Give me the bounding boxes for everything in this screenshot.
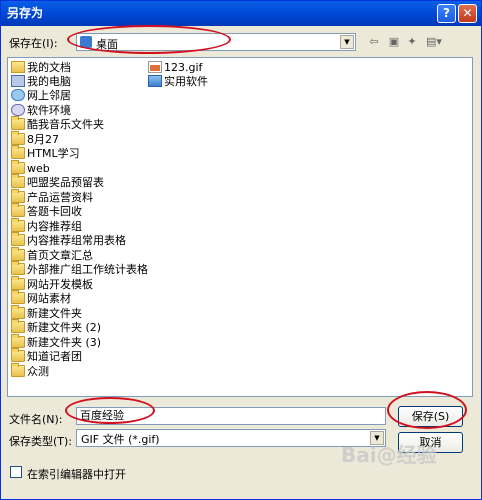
highlight-oval-save-in — [67, 25, 231, 54]
filetype-combo[interactable]: GIF 文件 (*.gif) ▼ — [76, 429, 386, 447]
list-item[interactable]: 新建文件夹 (3) — [11, 334, 101, 350]
list-item[interactable]: 内容推荐组 — [11, 218, 82, 234]
folder-icon — [11, 189, 25, 203]
network-icon — [11, 89, 25, 101]
folder-icon — [11, 261, 25, 275]
gif-file-icon — [148, 61, 162, 73]
filetype-value: GIF 文件 (*.gif) — [81, 433, 160, 446]
list-item[interactable]: 网上邻居 — [11, 89, 71, 103]
list-item[interactable]: 知道记者团 — [11, 348, 82, 364]
folder-icon — [11, 174, 25, 188]
folder-icon — [11, 334, 25, 348]
list-item[interactable]: HTML学习 — [11, 145, 80, 161]
folder-icon — [11, 348, 25, 362]
folder-icon — [11, 232, 25, 246]
folder-icon — [11, 319, 25, 333]
list-item[interactable]: 首页文章汇总 — [11, 247, 93, 263]
folder-icon — [11, 247, 25, 261]
close-button[interactable]: ✕ — [458, 4, 477, 23]
list-item[interactable]: 软件环境 — [11, 104, 71, 118]
documents-icon — [11, 61, 25, 73]
list-item[interactable]: 产品运营资料 — [11, 189, 93, 205]
up-folder-icon[interactable]: ▣ — [385, 34, 403, 50]
folder-icon — [11, 276, 25, 290]
highlight-oval-save — [387, 391, 467, 429]
open-readonly-label: 在索引编辑器中打开 — [27, 468, 126, 481]
folder-icon — [11, 203, 25, 217]
highlight-oval-filename — [65, 397, 155, 424]
list-item[interactable]: 网站开发模板 — [11, 276, 93, 292]
computer-icon — [11, 75, 25, 87]
open-readonly-checkbox[interactable] — [10, 466, 22, 478]
software-icon — [11, 104, 25, 116]
folder-icon — [11, 160, 25, 174]
folder-icon — [11, 305, 25, 319]
list-item[interactable]: 外部推广组工作统计表格 — [11, 261, 148, 277]
list-item[interactable]: 新建文件夹 (2) — [11, 319, 101, 335]
list-item[interactable]: 网站素材 — [11, 290, 71, 306]
list-item[interactable]: 答题卡回收 — [11, 203, 82, 219]
views-menu-icon[interactable]: ▤▾ — [423, 34, 445, 50]
list-item[interactable]: 实用软件 — [148, 75, 208, 89]
folder-icon — [11, 218, 25, 232]
list-item[interactable]: 新建文件夹 — [11, 305, 82, 321]
watermark-logo: Bai@经验 — [341, 443, 437, 467]
list-item[interactable]: 123.gif — [148, 61, 202, 75]
new-folder-icon[interactable]: ✦ — [403, 34, 421, 50]
list-item[interactable]: 我的电脑 — [11, 75, 71, 89]
folder-icon — [11, 363, 25, 377]
save-as-dialog: 另存为 ? ✕ 保存在(I): 桌面 ▼ ⇦ ▣ ✦ ▤▾ 我的文档 我的电脑 … — [0, 0, 482, 500]
list-item[interactable]: 吧盟奖品预留表 — [11, 174, 104, 190]
folder-icon — [11, 131, 25, 145]
back-arrow-icon[interactable]: ⇦ — [365, 34, 383, 50]
list-item[interactable]: 酷我音乐文件夹 — [11, 116, 104, 132]
folder-icon — [11, 116, 25, 130]
folder-icon — [11, 145, 25, 159]
shortcut-icon — [148, 75, 162, 87]
help-button[interactable]: ? — [437, 4, 456, 23]
folder-icon — [11, 290, 25, 304]
filetype-label: 保存类型(T): — [9, 435, 73, 448]
list-item[interactable]: 众测 — [11, 363, 49, 379]
window-title: 另存为 — [7, 6, 44, 20]
chevron-down-icon[interactable]: ▼ — [340, 35, 354, 49]
list-item[interactable]: 内容推荐组常用表格 — [11, 232, 126, 248]
save-in-label: 保存在(I): — [9, 37, 58, 50]
title-bar: 另存为 — [1, 1, 481, 26]
list-item[interactable]: 我的文档 — [11, 61, 71, 75]
filename-label: 文件名(N): — [9, 413, 63, 426]
file-list[interactable]: 我的文档 我的电脑 网上邻居 软件环境 酷我音乐文件夹 8月27 HTML学习 … — [7, 57, 473, 397]
